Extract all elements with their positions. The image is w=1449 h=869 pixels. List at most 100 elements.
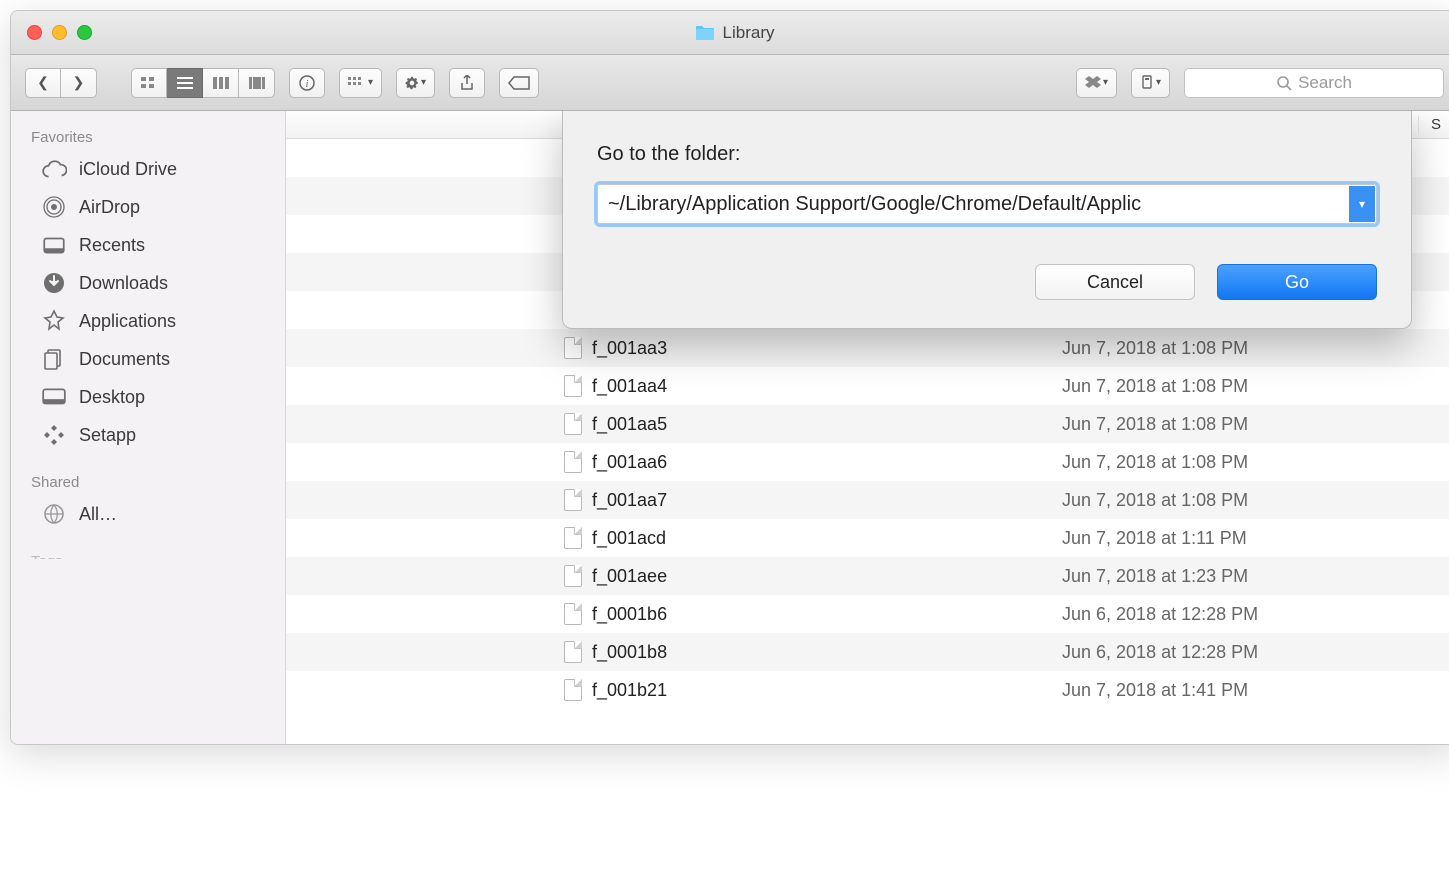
traffic-lights: [27, 25, 92, 40]
file-icon: [564, 489, 582, 511]
sidebar-item-documents[interactable]: Documents: [11, 340, 285, 378]
column-size[interactable]: S: [1418, 116, 1449, 133]
window-title: Library: [695, 23, 775, 43]
dialog-title: Go to the folder:: [597, 143, 1377, 166]
back-forward-group: ❮ ❯: [25, 68, 97, 98]
sidebar-item-label: Applications: [79, 311, 176, 332]
go-button[interactable]: Go: [1217, 264, 1377, 300]
table-row[interactable]: f_001aa6 Jun 7, 2018 at 1:08 PM: [286, 443, 1449, 481]
file-icon: [564, 451, 582, 473]
sidebar-item-setapp[interactable]: Setapp: [11, 416, 285, 454]
sidebar-item-all[interactable]: All…: [11, 495, 285, 533]
sidebar-item-label: Downloads: [79, 273, 168, 294]
file-date-modified: Jun 6, 2018 at 12:28 PM: [1048, 604, 1418, 625]
file-icon: [564, 603, 582, 625]
sidebar-item-label: AirDrop: [79, 197, 140, 218]
quicklook-button[interactable]: ▾: [1131, 68, 1170, 98]
sidebar-item-downloads[interactable]: Downloads: [11, 264, 285, 302]
window-title-text: Library: [723, 23, 775, 43]
search-input[interactable]: Search: [1184, 68, 1444, 98]
table-row[interactable]: f_001aa5 Jun 7, 2018 at 1:08 PM: [286, 405, 1449, 443]
arrange-button[interactable]: ▾: [339, 68, 382, 98]
file-listing: ified S 18 at 9:12 AM18 at 9:12 AM18 at …: [286, 111, 1449, 744]
search-placeholder: Search: [1298, 73, 1352, 93]
file-icon: [564, 527, 582, 549]
minimize-window-button[interactable]: [52, 25, 67, 40]
downloads-icon: [41, 271, 67, 295]
cancel-button[interactable]: Cancel: [1035, 264, 1195, 300]
file-name: f_001aa4: [592, 376, 667, 397]
file-name: f_001aee: [592, 566, 667, 587]
recents-icon: [41, 233, 67, 257]
file-name: f_001aa3: [592, 338, 667, 359]
file-icon: [564, 679, 582, 701]
svg-text:i: i: [306, 79, 309, 90]
info-button[interactable]: i: [289, 68, 325, 98]
finder-window: Library ❮ ❯ i ▾: [10, 10, 1449, 745]
path-history-dropdown[interactable]: ▾: [1349, 186, 1375, 222]
documents-icon: [41, 347, 67, 371]
titlebar: Library: [11, 11, 1449, 55]
zoom-window-button[interactable]: [77, 25, 92, 40]
file-icon: [564, 337, 582, 359]
file-date-modified: Jun 7, 2018 at 1:08 PM: [1048, 452, 1418, 473]
file-icon: [564, 413, 582, 435]
sidebar-item-label: All…: [79, 504, 117, 525]
view-list-button[interactable]: [167, 68, 203, 98]
view-mode-group: [131, 68, 275, 98]
folder-icon: [695, 25, 715, 41]
file-name: f_0001b6: [592, 604, 667, 625]
file-name: f_0001b8: [592, 642, 667, 663]
forward-button[interactable]: ❯: [61, 68, 97, 98]
table-row[interactable]: f_001b21Jun 7, 2018 at 1:41 PM: [286, 671, 1449, 709]
dropbox-button[interactable]: ▾: [1076, 68, 1117, 98]
table-row[interactable]: f_001acd Jun 7, 2018 at 1:11 PM: [286, 519, 1449, 557]
action-button[interactable]: ▾: [396, 68, 435, 98]
search-icon: [1276, 75, 1292, 91]
sidebar-item-applications[interactable]: Applications: [11, 302, 285, 340]
sidebar-item-label: Setapp: [79, 425, 136, 446]
table-row[interactable]: f_001aa4Jun 7, 2018 at 1:08 PM: [286, 367, 1449, 405]
chevron-down-icon: ▾: [421, 77, 426, 88]
sidebar-item-icloud[interactable]: iCloud Drive: [11, 150, 285, 188]
view-columns-button[interactable]: [203, 68, 239, 98]
table-row[interactable]: f_001aa3 Jun 7, 2018 at 1:08 PM: [286, 329, 1449, 367]
sidebar-section-favorites: Favorites: [11, 123, 285, 150]
file-date-modified: Jun 7, 2018 at 1:11 PM: [1048, 528, 1418, 549]
sidebar-section-tags: Tags: [11, 547, 285, 559]
table-row[interactable]: f_0001b6 Jun 6, 2018 at 12:28 PM: [286, 595, 1449, 633]
table-row[interactable]: f_0001b8Jun 6, 2018 at 12:28 PM: [286, 633, 1449, 671]
file-icon: [564, 375, 582, 397]
sidebar: Favorites iCloud Drive AirDrop Recents D…: [11, 111, 286, 744]
view-icons-button[interactable]: [131, 68, 167, 98]
sidebar-item-recents[interactable]: Recents: [11, 226, 285, 264]
table-row[interactable]: f_001aa7Jun 7, 2018 at 1:08 PM: [286, 481, 1449, 519]
file-name: f_001aa6: [592, 452, 667, 473]
file-date-modified: Jun 7, 2018 at 1:08 PM: [1048, 338, 1418, 359]
chevron-down-icon: ▾: [368, 77, 373, 88]
file-date-modified: Jun 7, 2018 at 1:08 PM: [1048, 414, 1418, 435]
file-name: f_001acd: [592, 528, 666, 549]
view-gallery-button[interactable]: [239, 68, 275, 98]
back-button[interactable]: ❮: [25, 68, 61, 98]
tags-button[interactable]: [499, 68, 539, 98]
chevron-down-icon: ▾: [1156, 77, 1161, 88]
sidebar-item-airdrop[interactable]: AirDrop: [11, 188, 285, 226]
file-name: f_001aa5: [592, 414, 667, 435]
desktop-icon: [41, 385, 67, 409]
file-icon: [564, 565, 582, 587]
sidebar-item-desktop[interactable]: Desktop: [11, 378, 285, 416]
table-row[interactable]: f_001aeeJun 7, 2018 at 1:23 PM: [286, 557, 1449, 595]
sidebar-item-label: Desktop: [79, 387, 145, 408]
go-to-folder-dialog: Go to the folder: ▾ Cancel Go: [562, 111, 1412, 329]
sidebar-item-label: Recents: [79, 235, 145, 256]
folder-path-input[interactable]: [597, 184, 1377, 224]
sidebar-section-shared: Shared: [11, 468, 285, 495]
close-window-button[interactable]: [27, 25, 42, 40]
share-button[interactable]: [449, 68, 485, 98]
file-name: f_001b21: [592, 680, 667, 701]
setapp-icon: [41, 423, 67, 447]
sidebar-item-label: Documents: [79, 349, 170, 370]
file-icon: [564, 641, 582, 663]
chevron-down-icon: ▾: [1103, 77, 1108, 88]
